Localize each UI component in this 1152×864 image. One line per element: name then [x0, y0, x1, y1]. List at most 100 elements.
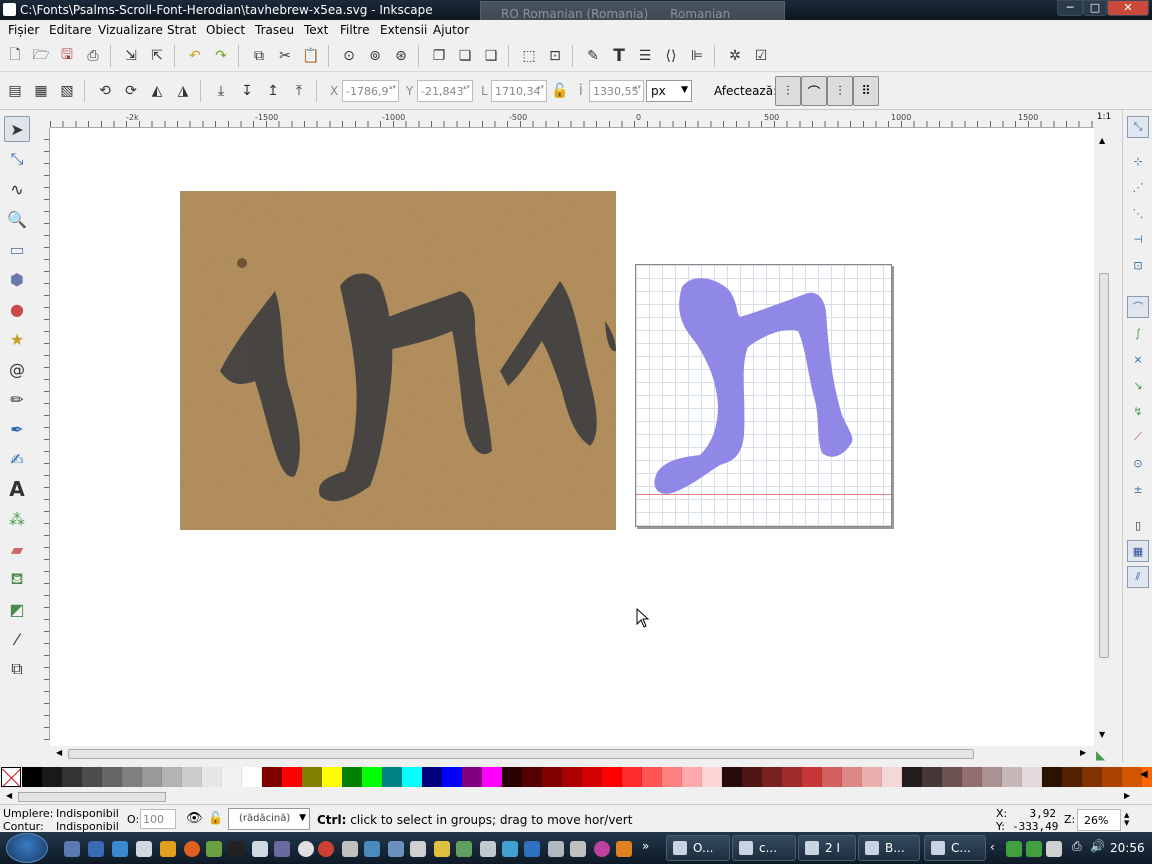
snap-bbox-corner-icon[interactable]: ⋱ [1127, 202, 1149, 224]
snap-smooth-icon[interactable]: ↯ [1127, 400, 1149, 422]
xml-editor-icon[interactable]: ⟨⟩ [660, 45, 682, 67]
text-font-icon[interactable]: T [608, 45, 630, 67]
quicklaunch-more-icon[interactable]: » [642, 839, 649, 853]
align-distribute-icon[interactable]: ⊫ [686, 45, 708, 67]
color-swatch[interactable] [1042, 767, 1062, 787]
clock[interactable]: 20:56 [1110, 841, 1145, 855]
color-swatch[interactable] [62, 767, 82, 787]
settings-icon[interactable] [206, 841, 222, 857]
y-input[interactable]: -21,843 [417, 80, 473, 102]
media-player-icon[interactable] [160, 841, 176, 857]
ellipse-tool-icon[interactable]: ● [4, 296, 30, 322]
app-icon[interactable] [594, 841, 610, 857]
preferences-icon[interactable]: ✲ [724, 45, 746, 67]
raise-icon[interactable]: ↥ [262, 80, 284, 102]
start-button[interactable] [6, 833, 48, 863]
color-swatch[interactable] [242, 767, 262, 787]
color-swatch[interactable] [502, 767, 522, 787]
lock-icon[interactable]: 🔓 [549, 80, 571, 102]
color-swatch[interactable] [882, 767, 902, 787]
monitor-icon[interactable] [570, 841, 586, 857]
snap-rotation-center-icon[interactable]: ± [1127, 478, 1149, 500]
import-icon[interactable]: ⇲ [120, 45, 142, 67]
menu-object[interactable]: Obiect [206, 23, 245, 37]
color-swatch[interactable] [842, 767, 862, 787]
selector-tool-icon[interactable]: ➤ [4, 116, 30, 142]
color-swatch[interactable] [422, 767, 442, 787]
snap-intersections-icon[interactable]: ⨯ [1127, 348, 1149, 370]
zoom-drawing-icon[interactable]: ⊚ [364, 45, 386, 67]
color-swatch[interactable] [362, 767, 382, 787]
no-paint-swatch[interactable] [1, 767, 21, 787]
color-swatch[interactable] [702, 767, 722, 787]
gear-icon[interactable] [342, 841, 358, 857]
layers-icon[interactable]: ☰ [634, 45, 656, 67]
text-tool-icon[interactable]: A [4, 476, 30, 502]
vlc-icon[interactable] [616, 841, 632, 857]
swatch-strip[interactable] [22, 767, 1152, 787]
network-icon[interactable] [502, 841, 518, 857]
color-swatch[interactable] [122, 767, 142, 787]
color-swatch[interactable] [682, 767, 702, 787]
drawing-canvas[interactable] [50, 128, 1094, 746]
color-swatch[interactable] [182, 767, 202, 787]
dropper-tool-icon[interactable]: ⁄ [4, 626, 30, 652]
color-swatch[interactable] [1122, 767, 1142, 787]
clone-icon[interactable]: ❏ [454, 45, 476, 67]
height-input[interactable]: 1330,55 [589, 80, 644, 102]
color-swatch[interactable] [102, 767, 122, 787]
unit-select[interactable]: px [646, 80, 692, 102]
snap-bbox-icon[interactable]: ⊹ [1127, 150, 1149, 172]
color-swatch[interactable] [622, 767, 642, 787]
key-icon[interactable] [364, 841, 380, 857]
color-swatch[interactable] [982, 767, 1002, 787]
save-disk-icon[interactable] [136, 841, 152, 857]
switch-windows-icon[interactable] [88, 841, 104, 857]
tray-display-icon[interactable] [1046, 841, 1062, 857]
task-button[interactable]: O... [666, 835, 730, 861]
scroll-right-icon[interactable]: ▶ [1080, 748, 1086, 757]
keyboard-icon[interactable] [410, 841, 426, 857]
snap-enable-icon[interactable]: ⤡ [1127, 116, 1149, 138]
lower-to-bottom-icon[interactable]: ⤓ [210, 80, 232, 102]
menu-help[interactable]: Ajutor [433, 23, 469, 37]
palette-menu-icon[interactable]: ◀ [1140, 769, 1148, 780]
color-swatch[interactable] [1022, 767, 1042, 787]
palette-scroll-thumb[interactable] [18, 792, 166, 802]
task-button[interactable]: 2 I [798, 835, 856, 861]
vertical-scrollbar[interactable]: ▲ ▼ [1094, 128, 1114, 746]
flip-horizontal-icon[interactable]: ◭ [146, 80, 168, 102]
transform-patterns-icon[interactable]: ⠿ [853, 76, 879, 106]
undo-icon[interactable]: ↶ [184, 45, 206, 67]
scroll-photo-image[interactable] [180, 191, 616, 530]
spray-tool-icon[interactable]: ⁂ [4, 506, 30, 532]
open-icon[interactable]: 🗁 [30, 45, 52, 67]
menu-filters[interactable]: Filtre [340, 23, 369, 37]
color-swatch[interactable] [642, 767, 662, 787]
horizontal-scroll-thumb[interactable] [68, 749, 974, 759]
menu-extensions[interactable]: Extensii [380, 23, 427, 37]
color-swatch[interactable] [202, 767, 222, 787]
camera-icon[interactable] [548, 841, 564, 857]
opacity-input[interactable]: 100 [140, 809, 176, 829]
maximize-button[interactable]: □ [1083, 0, 1107, 16]
calculator-icon[interactable] [252, 841, 268, 857]
rotate-cw-icon[interactable]: ⟳ [120, 80, 142, 102]
spiral-tool-icon[interactable]: @ [4, 356, 30, 382]
fill-stroke-icon[interactable]: ✎ [582, 45, 604, 67]
palette-scrollbar[interactable]: ◀ ▶ [0, 790, 1152, 804]
internet-explorer-icon[interactable] [112, 841, 128, 857]
color-swatch[interactable] [262, 767, 282, 787]
color-swatch[interactable] [82, 767, 102, 787]
color-swatch[interactable] [382, 767, 402, 787]
snap-guides-icon[interactable]: ⫽ [1127, 566, 1149, 588]
color-swatch[interactable] [582, 767, 602, 787]
menu-path[interactable]: Traseu [255, 23, 294, 37]
new-document-icon[interactable]: 🗋 [4, 45, 26, 67]
vertical-scroll-thumb[interactable] [1099, 273, 1109, 658]
calligraphy-tool-icon[interactable]: ✍ [4, 446, 30, 472]
snap-center-icon[interactable]: ⊙ [1127, 452, 1149, 474]
snap-grid-icon[interactable]: ▦ [1127, 540, 1149, 562]
zoom-page-icon[interactable]: ⊛ [390, 45, 412, 67]
scale-stroke-icon[interactable]: ⫶ [775, 76, 801, 106]
